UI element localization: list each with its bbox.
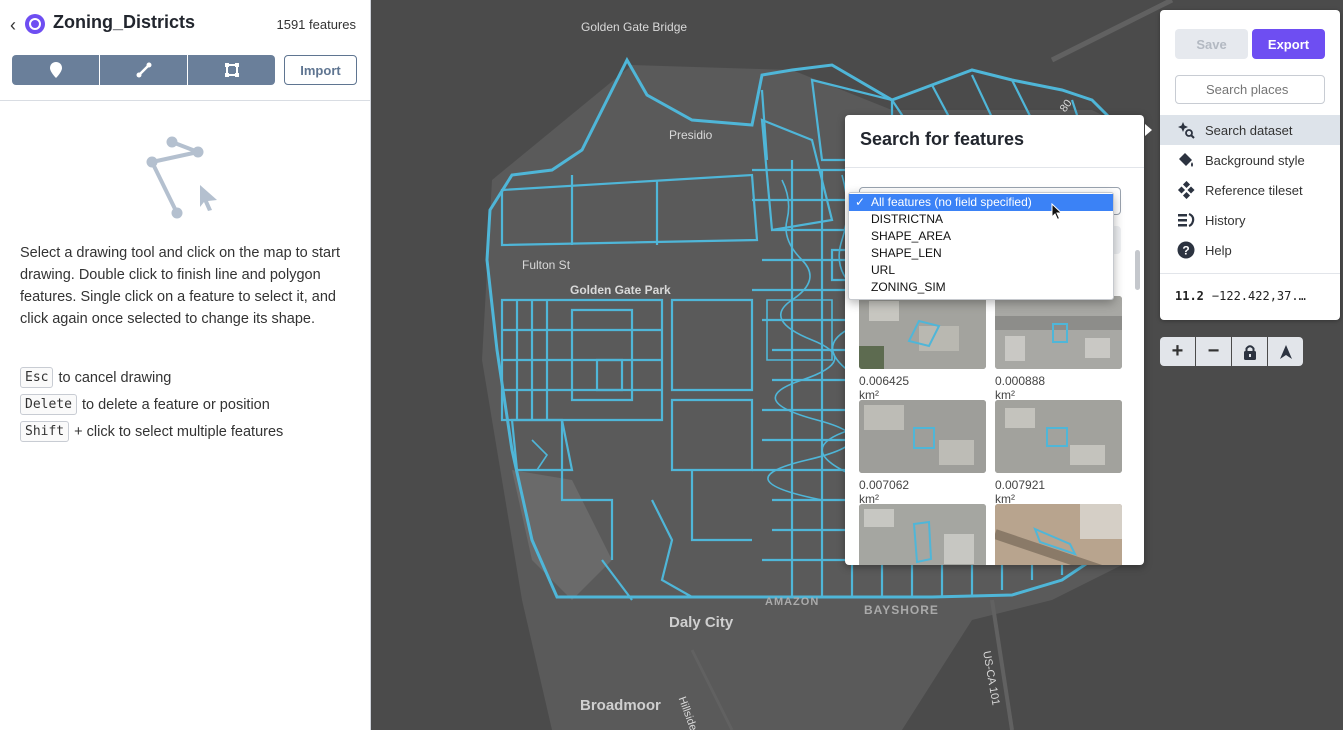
dataset-header: ‹ Zoning_Districts 1591 features Import	[0, 0, 370, 101]
drawing-instructions: Select a drawing tool and click on the m…	[20, 245, 340, 327]
menu-history[interactable]: History	[1160, 205, 1340, 235]
shortcut-key: Shift	[20, 421, 70, 442]
search-features-popup: Search for features 0.006425 km² 0.00088…	[845, 115, 1144, 565]
dropdown-option-districtna[interactable]: DISTRICTNA	[849, 211, 1113, 228]
result-thumbnail[interactable]	[995, 504, 1122, 565]
mouse-cursor-icon	[1051, 203, 1063, 221]
history-icon	[1176, 210, 1196, 230]
draw-tool-group	[12, 55, 275, 85]
minus-icon: −	[1207, 340, 1220, 362]
map-label: Broadmoor	[580, 697, 661, 714]
checkmark-icon: ✓	[855, 195, 866, 209]
map-label: Presidio	[669, 128, 713, 142]
polygon-icon	[224, 63, 239, 77]
dropdown-option-shape-len[interactable]: SHAPE_LEN	[849, 245, 1113, 262]
panel-pointer	[1145, 124, 1152, 136]
shortcut-key: Esc	[20, 367, 54, 388]
back-chevron-icon[interactable]: ‹	[10, 15, 16, 36]
dropdown-option-shape-area[interactable]: SHAPE_AREA	[849, 228, 1113, 245]
map-label: AMAZON	[765, 596, 820, 608]
mapbox-logo-icon	[25, 14, 45, 34]
shortcut-delete: Delete to delete a feature or position	[20, 394, 270, 415]
right-panel: Save Export Search dataset Background st…	[1160, 10, 1340, 320]
lock-icon	[1243, 344, 1256, 360]
shortcut-desc: + click to select multiple features	[74, 423, 284, 440]
map-label: Fulton St	[522, 258, 571, 272]
option-label: All features (no field specified)	[871, 195, 1032, 209]
dropdown-option-zoning-sim[interactable]: ZONING_SIM	[849, 279, 1113, 296]
compass-button[interactable]	[1268, 337, 1303, 366]
menu-search-dataset[interactable]: Search dataset	[1160, 115, 1340, 145]
result-thumbnail[interactable]	[995, 296, 1122, 369]
zoom-in-button[interactable]: +	[1160, 337, 1195, 366]
map-label: Daly City	[669, 614, 734, 631]
dropdown-option-all[interactable]: ✓ All features (no field specified)	[849, 194, 1113, 211]
import-button[interactable]: Import	[284, 55, 357, 85]
map-controls: + −	[1160, 337, 1304, 366]
result-thumbnail[interactable]	[859, 296, 986, 369]
menu-label: Search dataset	[1205, 122, 1293, 138]
menu-help[interactable]: ? Help	[1160, 235, 1340, 265]
menu-label: Reference tileset	[1205, 182, 1303, 198]
shortcut-shift: Shift + click to select multiple feature…	[20, 421, 283, 442]
save-button[interactable]: Save	[1175, 29, 1248, 59]
draw-line-illustration-icon	[146, 136, 217, 219]
feature-count: 1591 features	[276, 17, 356, 32]
divider	[845, 167, 1144, 168]
svg-text:?: ?	[1182, 244, 1189, 258]
export-button[interactable]: Export	[1252, 29, 1325, 59]
menu-background-style[interactable]: Background style	[1160, 145, 1340, 175]
popup-title: Search for features	[860, 129, 1025, 149]
lock-button[interactable]	[1232, 337, 1267, 366]
map-label: Golden Gate Bridge	[581, 20, 688, 34]
compass-north-icon	[1279, 344, 1292, 359]
shortcut-key: Delete	[20, 394, 77, 415]
tileset-icon	[1176, 180, 1196, 200]
zoom-level: 11.2	[1175, 289, 1204, 303]
line-icon	[136, 62, 151, 78]
result-area: 0.007062 km²	[859, 478, 910, 506]
shortcut-esc: Esc to cancel drawing	[20, 367, 171, 388]
zoom-out-button[interactable]: −	[1196, 337, 1231, 366]
draw-polygon-button[interactable]	[188, 55, 275, 85]
field-dropdown-menu: ✓ All features (no field specified) DIST…	[848, 192, 1114, 300]
result-area: 0.000888 km²	[995, 374, 1046, 402]
map-label: Golden Gate Park	[570, 283, 671, 297]
coordinates: −122.422,37.…	[1211, 289, 1306, 303]
menu-reference-tileset[interactable]: Reference tileset	[1160, 175, 1340, 205]
left-panel: ‹ Zoning_Districts 1591 features Import …	[0, 0, 371, 730]
result-area: 0.006425 km²	[859, 374, 910, 402]
shortcut-desc: to delete a feature or position	[81, 396, 270, 413]
result-thumbnail[interactable]	[859, 400, 986, 473]
search-places-input[interactable]	[1175, 75, 1325, 104]
dropdown-option-url[interactable]: URL	[849, 262, 1113, 279]
shortcut-desc: to cancel drawing	[58, 369, 172, 386]
dataset-title: Zoning_Districts	[53, 12, 196, 32]
draw-point-button[interactable]	[12, 55, 99, 85]
map-pin-icon	[49, 62, 62, 78]
divider	[1160, 273, 1340, 274]
draw-line-button[interactable]	[100, 55, 187, 85]
search-dataset-icon	[1176, 120, 1196, 140]
result-area: 0.007921 km²	[995, 478, 1046, 506]
menu-label: History	[1205, 212, 1246, 228]
zoom-coordinate-readout: 11.2 −122.422,37.…	[1175, 289, 1306, 303]
map-label: BAYSHORE	[864, 603, 939, 617]
result-thumbnail[interactable]	[859, 504, 986, 565]
paint-bucket-icon	[1176, 150, 1196, 170]
help-icon: ?	[1176, 240, 1196, 260]
menu-label: Background style	[1205, 152, 1305, 168]
plus-icon: +	[1171, 340, 1184, 362]
result-thumbnail[interactable]	[995, 400, 1122, 473]
scrollbar[interactable]	[1135, 250, 1140, 290]
menu-label: Help	[1205, 242, 1232, 258]
